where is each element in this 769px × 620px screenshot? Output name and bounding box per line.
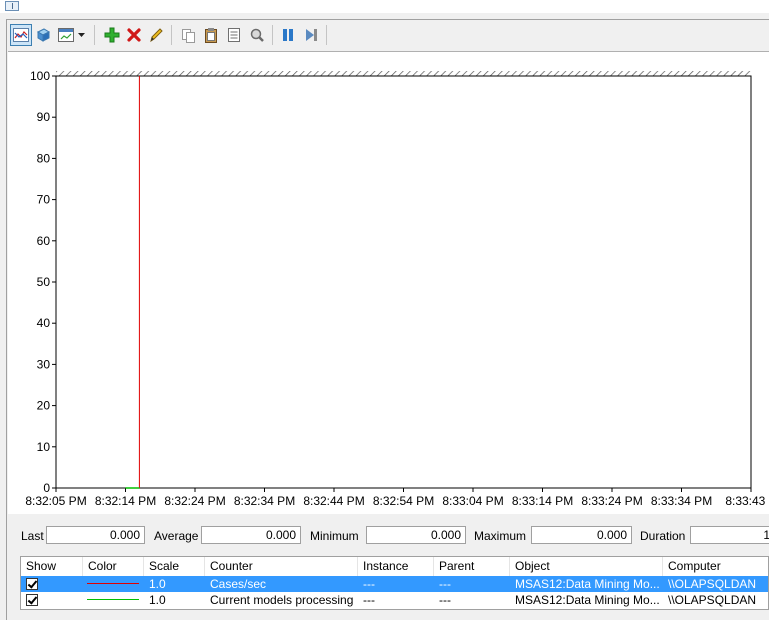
- performance-graph: 0 10 20 30 40 50 60 70 80 90 100 8:32:05 PM 8:32:14 …: [25, 69, 769, 508]
- column-header-counter[interactable]: Counter: [205, 557, 358, 576]
- x-tick-label: 8:32:24 PM: [164, 494, 225, 508]
- duration-value: 1: [690, 526, 769, 544]
- x-tick-label: 8:32:34 PM: [234, 494, 295, 508]
- y-tick-label: 90: [37, 110, 51, 124]
- duration-label: Duration: [640, 529, 686, 543]
- color-swatch: [87, 599, 139, 600]
- column-header-computer[interactable]: Computer: [663, 557, 768, 576]
- x-tick-label: 8:33:43 P: [725, 494, 769, 508]
- clipped-range-band: [56, 71, 751, 76]
- x-tick-label: 8:32:54 PM: [373, 494, 434, 508]
- maximum-label: Maximum: [474, 529, 527, 543]
- counter-legend-table[interactable]: Show Color Scale Counter Instance Parent…: [20, 556, 769, 610]
- y-tick-label: 0: [43, 481, 50, 495]
- x-tick-label: 8:32:44 PM: [303, 494, 364, 508]
- object-cell: MSAS12:Data Mining Mo...: [515, 593, 660, 607]
- color-swatch: [87, 583, 139, 584]
- maximum-value: 0.000: [531, 526, 632, 544]
- show-checkbox[interactable]: [26, 578, 38, 590]
- y-tick-label: 20: [37, 399, 51, 413]
- table-row[interactable]: 1.0 Current models processing --- --- MS…: [21, 592, 768, 608]
- legend-header: Show Color Scale Counter Instance Parent…: [21, 557, 768, 577]
- column-header-show[interactable]: Show: [21, 557, 83, 576]
- table-row[interactable]: 1.0 Cases/sec --- --- MSAS12:Data Mining…: [21, 576, 768, 592]
- last-value: 0.000: [46, 526, 145, 544]
- column-header-object[interactable]: Object: [510, 557, 663, 576]
- counter-cell: Current models processing: [210, 593, 354, 607]
- y-tick-label: 70: [37, 193, 51, 207]
- x-tick-label: 8:33:04 PM: [442, 494, 503, 508]
- minimum-label: Minimum: [310, 529, 359, 543]
- x-tick-label: 8:33:14 PM: [512, 494, 573, 508]
- instance-cell: ---: [363, 593, 375, 607]
- last-label: Last: [21, 529, 44, 543]
- scale-cell: 1.0: [149, 577, 166, 591]
- average-label: Average: [154, 529, 199, 543]
- column-header-color[interactable]: Color: [83, 557, 144, 576]
- column-header-instance[interactable]: Instance: [358, 557, 434, 576]
- counter-cell: Cases/sec: [210, 577, 267, 591]
- x-tick-label: 8:33:34 PM: [651, 494, 712, 508]
- show-checkbox[interactable]: [26, 594, 38, 606]
- statistics-bar: Last 0.000 Average 0.000 Minimum 0.000 M…: [0, 526, 769, 546]
- computer-cell: \\OLAPSQLDAN: [668, 593, 757, 607]
- x-tick-label: 8:32:14 PM: [95, 494, 156, 508]
- x-tick-label: 8:33:24 PM: [581, 494, 642, 508]
- y-tick-label: 60: [37, 234, 51, 248]
- y-tick-label: 50: [37, 275, 51, 289]
- instance-cell: ---: [363, 577, 375, 591]
- y-tick-label: 100: [30, 69, 50, 83]
- x-tick-label: 8:32:05 PM: [25, 494, 86, 508]
- minimum-value: 0.000: [366, 526, 466, 544]
- y-tick-label: 30: [37, 357, 51, 371]
- plot-area-frame: [55, 75, 752, 489]
- y-tick-label: 10: [37, 440, 51, 454]
- column-header-parent[interactable]: Parent: [434, 557, 510, 576]
- y-tick-label: 40: [37, 316, 51, 330]
- parent-cell: ---: [439, 577, 451, 591]
- y-tick-label: 80: [37, 151, 51, 165]
- scale-cell: 1.0: [149, 593, 166, 607]
- average-value: 0.000: [201, 526, 301, 544]
- computer-cell: \\OLAPSQLDAN: [668, 577, 757, 591]
- column-header-scale[interactable]: Scale: [144, 557, 205, 576]
- object-cell: MSAS12:Data Mining Mo...: [515, 577, 660, 591]
- parent-cell: ---: [439, 593, 451, 607]
